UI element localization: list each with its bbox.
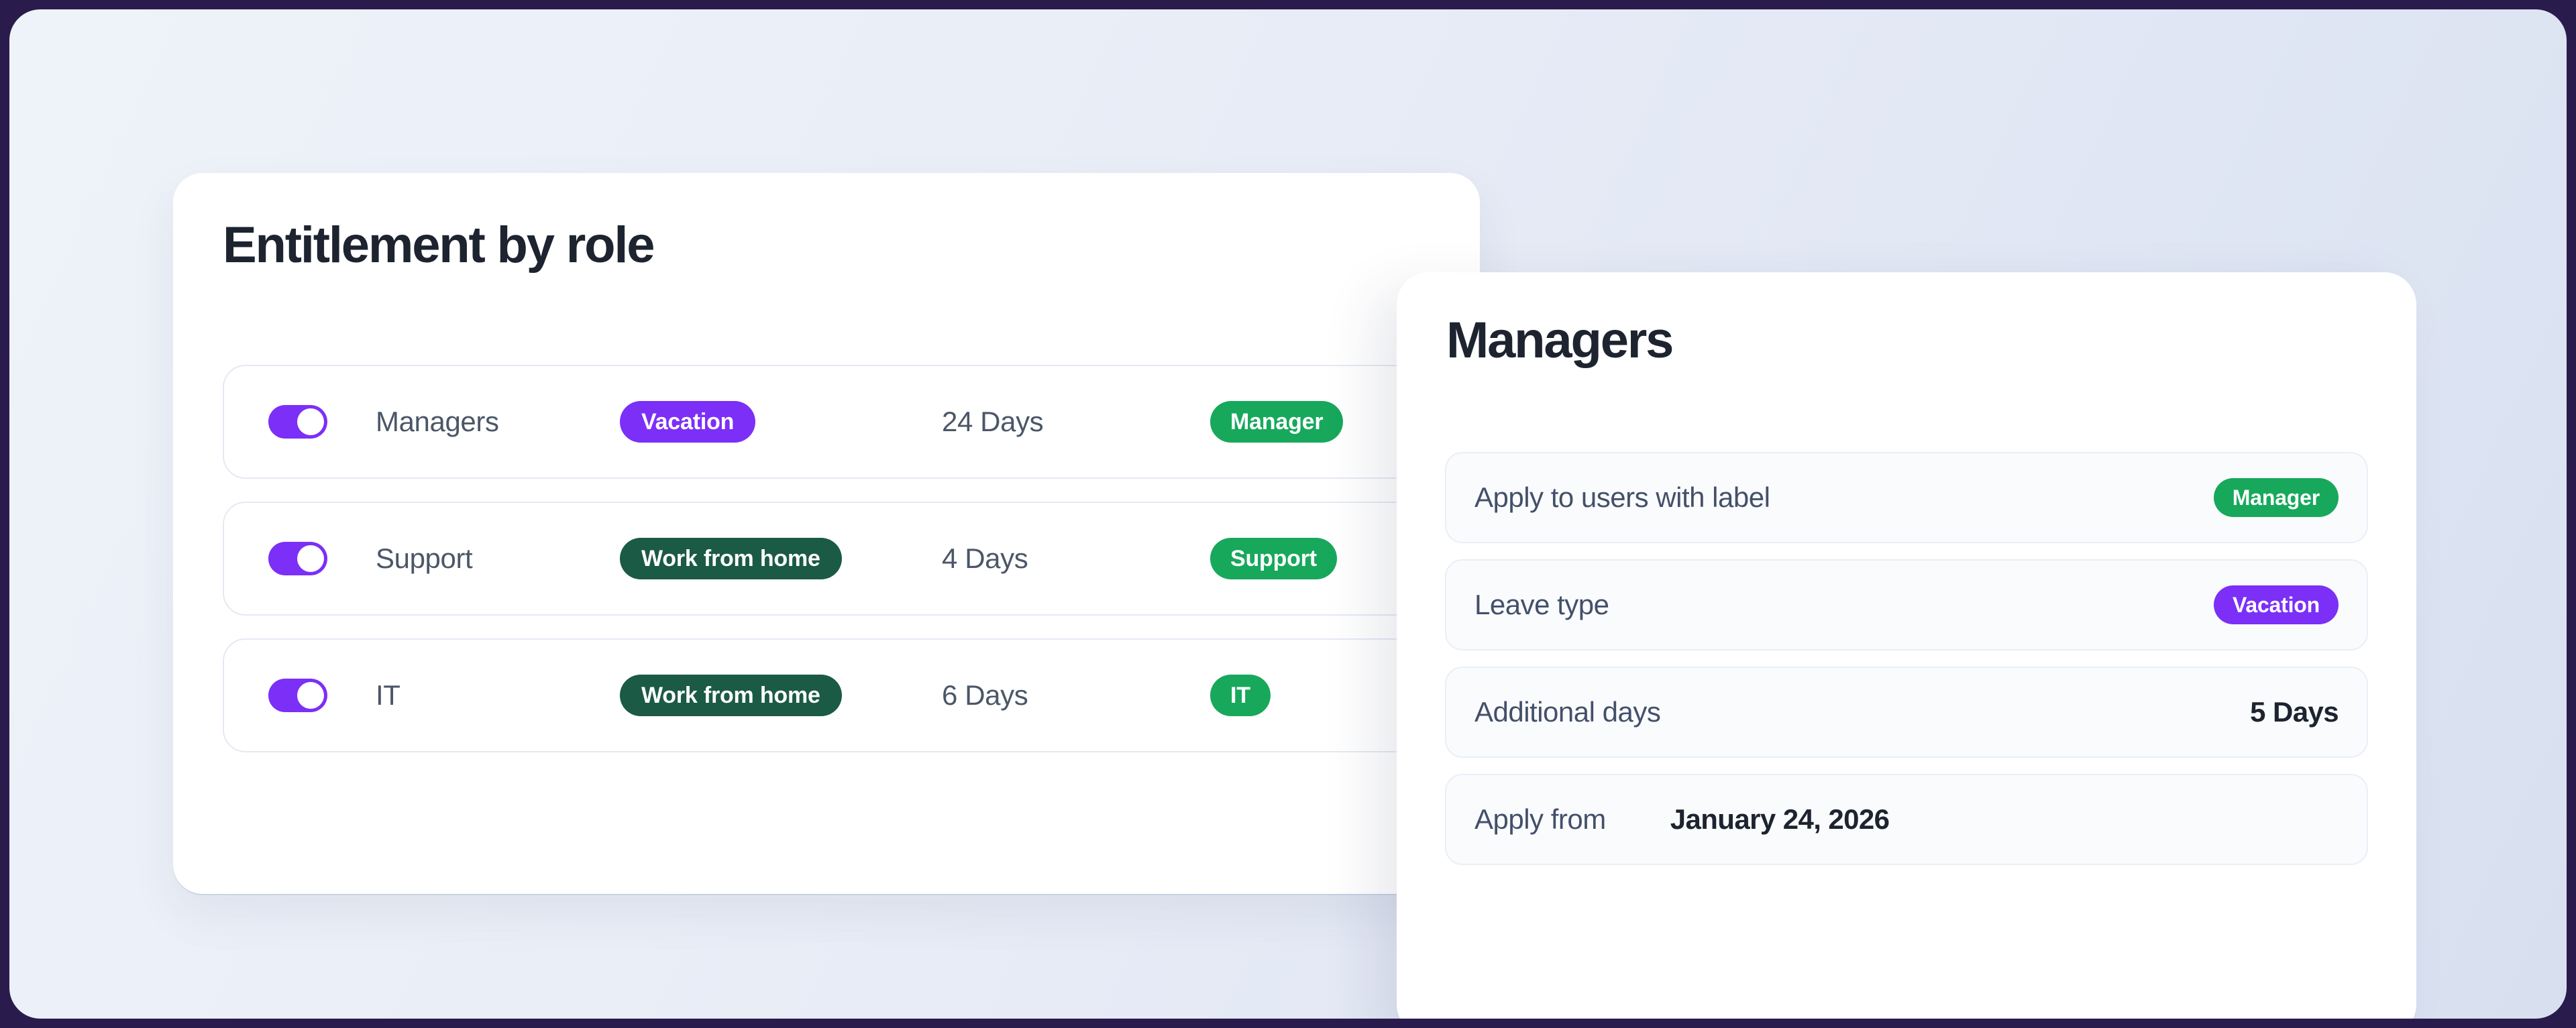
leave-type-badge[interactable]: Vacation [2213, 585, 2339, 624]
role-name: Managers [376, 406, 499, 437]
apply-from-date-value[interactable]: January 24, 2026 [1670, 803, 1890, 836]
leave-type-badge[interactable]: Work from home [620, 538, 842, 579]
toggle-knob-icon [297, 682, 324, 709]
leave-type-badge[interactable]: Vacation [620, 401, 756, 443]
role-label-badge[interactable]: Support [1210, 538, 1337, 579]
leave-type-badge[interactable]: Work from home [620, 675, 842, 716]
days-value: 24 Days [942, 406, 1044, 437]
detail-row-apply-to-users[interactable]: Apply to users with label Manager [1445, 452, 2368, 543]
detail-row-leave-type[interactable]: Leave type Vacation [1445, 559, 2368, 650]
days-value: 6 Days [942, 679, 1028, 711]
table-row[interactable]: Support Work from home 4 Days Support [223, 502, 1430, 616]
role-label-badge[interactable]: Manager [1210, 401, 1344, 443]
managers-detail-card: Managers Apply to users with label Manag… [1397, 272, 2416, 1019]
detail-label: Apply from [1474, 803, 1606, 835]
detail-row-apply-from[interactable]: Apply from January 24, 2026 [1445, 774, 2368, 865]
managers-detail-list: Apply to users with label Manager Leave … [1445, 452, 2368, 881]
entitlement-by-role-card: Entitlement by role Managers Vacation 24… [173, 173, 1480, 894]
role-list: Managers Vacation 24 Days Manager Suppor… [223, 365, 1430, 775]
toggle-knob-icon [297, 408, 324, 435]
toggle-knob-icon [297, 545, 324, 572]
apply-to-label-badge[interactable]: Manager [2213, 478, 2339, 517]
role-name: IT [376, 679, 400, 711]
additional-days-value[interactable]: 5 Days [2250, 696, 2339, 728]
detail-label: Leave type [1474, 589, 1609, 620]
role-toggle-it[interactable] [268, 679, 327, 712]
role-toggle-support[interactable] [268, 542, 327, 575]
table-row[interactable]: Managers Vacation 24 Days Manager [223, 365, 1430, 479]
managers-title: Managers [1446, 312, 1674, 369]
detail-label: Apply to users with label [1474, 481, 1770, 513]
days-value: 4 Days [942, 542, 1028, 574]
detail-label: Additional days [1474, 696, 1661, 728]
table-row[interactable]: IT Work from home 6 Days IT [223, 638, 1430, 752]
role-label-badge[interactable]: IT [1210, 675, 1271, 716]
page-title: Entitlement by role [223, 217, 655, 274]
role-name: Support [376, 542, 473, 574]
detail-row-additional-days[interactable]: Additional days 5 Days [1445, 667, 2368, 758]
role-toggle-managers[interactable] [268, 405, 327, 439]
app-stage: Entitlement by role Managers Vacation 24… [9, 9, 2567, 1019]
